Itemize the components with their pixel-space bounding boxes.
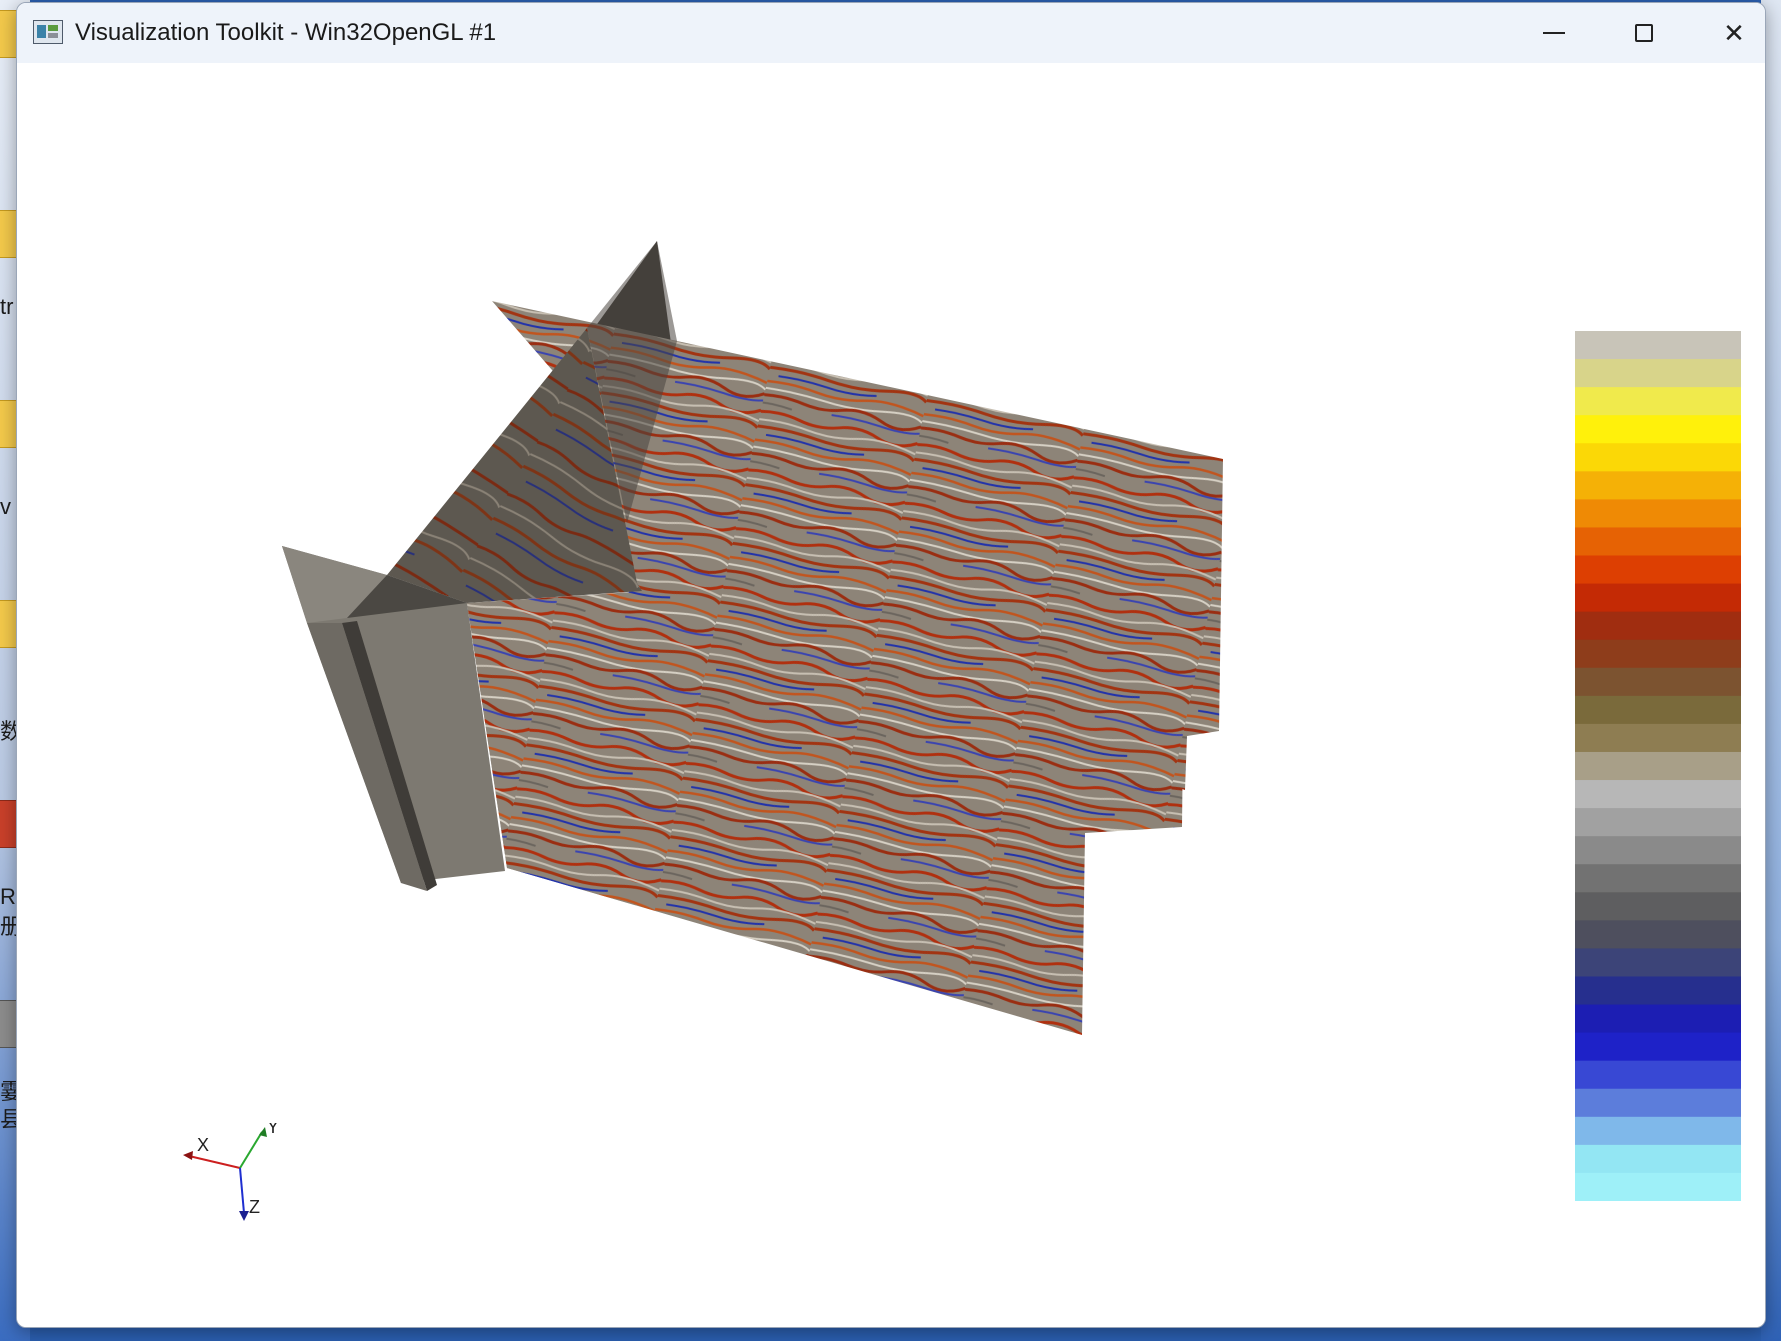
colorbar-band	[1575, 695, 1741, 725]
colorbar-band	[1575, 751, 1741, 781]
colorbar-band	[1575, 1088, 1741, 1118]
desktop-folder-icon[interactable]	[0, 10, 17, 58]
colorbar-band	[1575, 808, 1741, 837]
window-title: Visualization Toolkit - Win32OpenGL #1	[75, 19, 497, 46]
x-axis-label: X	[197, 1135, 209, 1155]
colorbar-band	[1575, 1032, 1741, 1062]
render-viewport[interactable]: X Y Z	[17, 63, 1765, 1327]
desktop-app-icon[interactable]	[0, 800, 17, 848]
colorbar-band	[1575, 920, 1741, 950]
desktop-folder-icon[interactable]	[0, 400, 17, 448]
colorbar-band	[1575, 976, 1741, 1006]
colorbar-band	[1575, 948, 1741, 978]
z-axis-arrow	[239, 1211, 249, 1221]
colorbar-band	[1575, 639, 1741, 669]
colorbar-band	[1575, 892, 1741, 921]
orientation-axes: X Y Z	[183, 1123, 279, 1221]
colorbar-gradient	[1575, 331, 1741, 1201]
desktop-icon-label: 册	[0, 915, 16, 939]
minimize-icon	[1543, 32, 1565, 34]
desktop-folder-icon[interactable]	[0, 600, 17, 648]
colorbar-band	[1575, 415, 1741, 444]
vtk-render-window[interactable]: Visualization Toolkit - Win32OpenGL #1 ✕	[16, 2, 1766, 1328]
maximize-button[interactable]	[1599, 3, 1689, 63]
minimize-button[interactable]	[1509, 3, 1599, 63]
colorbar-band	[1575, 443, 1741, 472]
colorbar-band	[1575, 611, 1741, 641]
maximize-icon	[1635, 24, 1653, 42]
desktop-folder-icon[interactable]	[0, 210, 17, 258]
colorbar-band	[1575, 667, 1741, 697]
desktop-icon-label: v	[0, 495, 11, 519]
colorbar-band	[1575, 387, 1741, 416]
z-axis-line	[239, 1167, 245, 1214]
desktop-icon-label: 数	[0, 720, 16, 744]
close-button[interactable]: ✕	[1689, 3, 1765, 63]
y-axis-label: Y	[267, 1123, 279, 1137]
colorbar-band	[1575, 1144, 1741, 1174]
colorbar-band	[1575, 836, 1741, 865]
colorbar-band	[1575, 583, 1741, 613]
desktop-icon-label: R	[0, 885, 16, 909]
colorbar-band	[1575, 780, 1741, 809]
desktop-icon-label: tr	[0, 295, 14, 319]
x-axis-line	[188, 1155, 241, 1169]
desktop-icon-label: 县	[0, 1108, 16, 1132]
colorbar-band	[1575, 1060, 1741, 1090]
colorbar-band	[1575, 1004, 1741, 1034]
scalar-colorbar	[1575, 331, 1741, 1201]
colorbar-band	[1575, 359, 1741, 388]
close-icon: ✕	[1723, 17, 1745, 48]
colorbar-band	[1575, 499, 1741, 529]
desktop-app-icon[interactable]	[0, 1000, 17, 1048]
title-bar[interactable]: Visualization Toolkit - Win32OpenGL #1 ✕	[17, 3, 1765, 63]
vtk-app-icon	[33, 20, 63, 44]
colorbar-band	[1575, 555, 1741, 585]
x-axis-arrow	[183, 1151, 193, 1160]
colorbar-band	[1575, 331, 1741, 360]
colorbar-band	[1575, 723, 1741, 753]
colorbar-band	[1575, 1172, 1741, 1201]
z-axis-label: Z	[249, 1197, 260, 1217]
y-axis-line	[239, 1131, 263, 1169]
colorbar-band	[1575, 1116, 1741, 1146]
colorbar-band	[1575, 527, 1741, 557]
colorbar-band	[1575, 864, 1741, 893]
desktop-icon-label: 霎	[0, 1080, 16, 1104]
colorbar-band	[1575, 471, 1741, 500]
